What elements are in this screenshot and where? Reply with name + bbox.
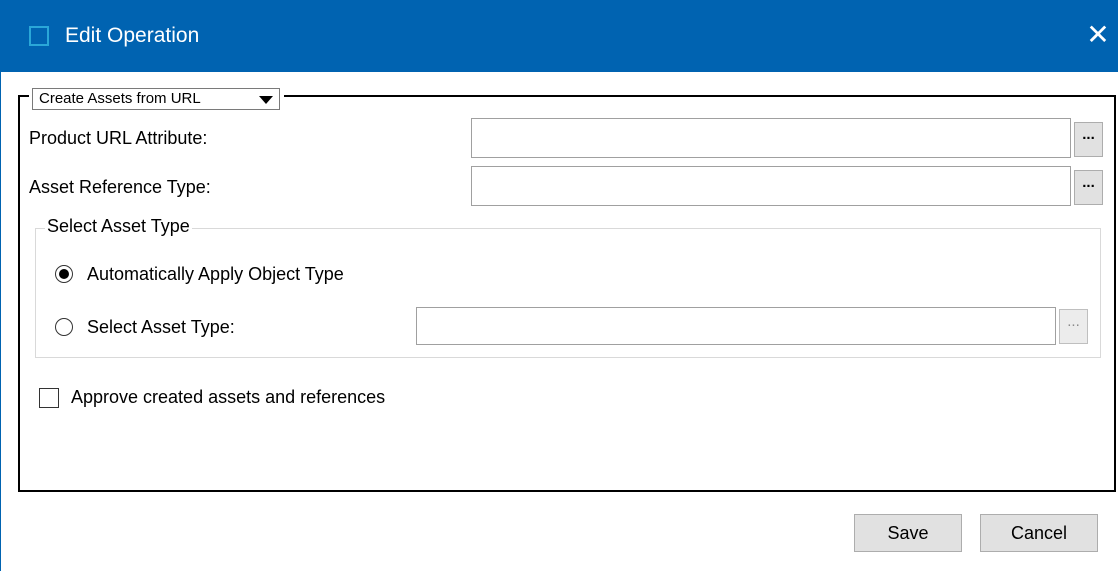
product-url-label: Product URL Attribute: xyxy=(29,128,208,148)
asset-ref-label: Asset Reference Type: xyxy=(29,177,211,197)
select-asset-type-legend: Select Asset Type xyxy=(45,216,192,237)
asset-ref-browse-button[interactable]: ... xyxy=(1074,170,1103,205)
select-asset-type-field[interactable] xyxy=(416,307,1056,345)
dropdown-arrow-icon xyxy=(259,96,273,104)
app-icon xyxy=(29,26,49,46)
cancel-button[interactable]: Cancel xyxy=(980,514,1098,552)
window-title: Edit Operation xyxy=(65,24,200,47)
edit-operation-dialog: Edit Operation ✕ Create Assets from URL … xyxy=(0,0,1118,571)
close-icon[interactable]: ✕ xyxy=(1083,18,1113,52)
approve-checkbox[interactable] xyxy=(39,388,59,408)
product-url-field[interactable] xyxy=(471,118,1071,158)
operation-dropdown[interactable]: Create Assets from URL xyxy=(32,88,280,110)
asset-ref-field[interactable] xyxy=(471,166,1071,206)
select-asset-type-label[interactable]: Select Asset Type: xyxy=(87,317,235,338)
approve-label[interactable]: Approve created assets and references xyxy=(71,387,385,408)
operation-dropdown-value: Create Assets from URL xyxy=(39,90,201,107)
title-bar: Edit Operation ✕ xyxy=(1,0,1118,72)
product-url-browse-button[interactable]: ... xyxy=(1074,122,1103,157)
save-button[interactable]: Save xyxy=(854,514,962,552)
auto-object-type-label[interactable]: Automatically Apply Object Type xyxy=(87,264,344,285)
select-asset-type-browse-button[interactable]: ... xyxy=(1059,309,1088,344)
auto-object-type-radio[interactable] xyxy=(55,265,73,283)
select-asset-type-radio[interactable] xyxy=(55,318,73,336)
